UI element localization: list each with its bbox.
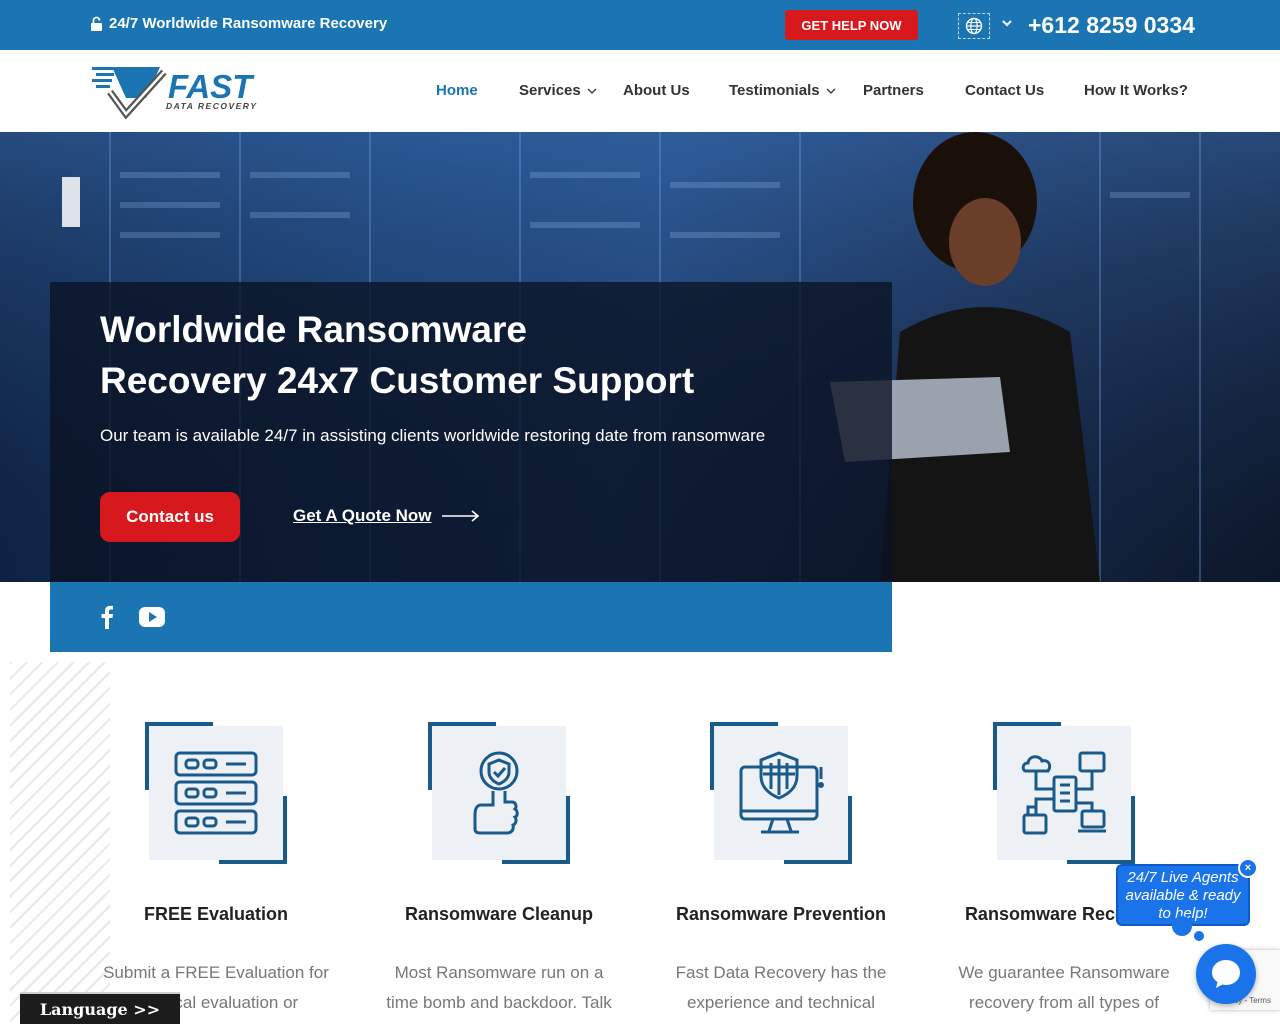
nav-testimonials[interactable]: Testimonials [729, 82, 836, 99]
feature-icon-box [993, 722, 1135, 864]
feature-description: Fast Data Recovery has the experience an… [651, 958, 911, 1018]
feature-icon-box [710, 722, 852, 864]
social-bar [50, 582, 892, 652]
hero-subtitle: Our team is available 24/7 in assisting … [100, 426, 766, 445]
get-quote-label: Get A Quote Now [293, 506, 432, 525]
feature-desc-line: time bomb and backdoor. Talk [386, 993, 612, 1012]
nav-partners[interactable]: Partners [863, 82, 924, 99]
contact-us-button[interactable]: Contact us [100, 492, 240, 542]
nav-contact-us[interactable]: Contact Us [965, 82, 1044, 99]
bubble-tail-dot [1172, 916, 1192, 936]
nav-services[interactable]: Services [519, 82, 597, 99]
feature-description: We guarantee Ransomware recovery from al… [934, 958, 1194, 1018]
lock-icon [91, 16, 102, 31]
nav-about-us[interactable]: About Us [623, 82, 690, 99]
feature-icon-box [428, 722, 570, 864]
youtube-icon[interactable] [139, 607, 165, 627]
nav-testimonials-label: Testimonials [729, 82, 820, 99]
language-bar[interactable]: Language >> [20, 992, 180, 1024]
monitor-shield-icon [739, 751, 824, 834]
topbar-message: 24/7 Worldwide Ransomware Recovery [90, 15, 387, 32]
chat-bubble-icon [1212, 960, 1240, 988]
close-icon[interactable]: × [1238, 858, 1258, 878]
topbar-message-text: 24/7 Worldwide Ransomware Recovery [109, 15, 388, 32]
hand-shield-check-icon [473, 751, 519, 835]
fast-data-recovery-logo[interactable]: FAST DATA RECOVERY [90, 62, 290, 120]
get-quote-link[interactable]: Get A Quote Now [293, 506, 480, 526]
feature-desc-line: Fast Data Recovery has the [675, 963, 887, 982]
chevron-down-icon [587, 88, 597, 94]
facebook-icon[interactable] [100, 605, 114, 629]
feature-desc-line: We guarantee Ransomware [958, 963, 1170, 982]
main-navbar: FAST DATA RECOVERY Home Services About U… [0, 50, 1280, 132]
top-bar: 24/7 Worldwide Ransomware Recovery GET H… [0, 0, 1280, 50]
get-help-now-button[interactable]: GET HELP NOW [785, 10, 918, 40]
feature-description: Most Ransomware run on a time bomb and b… [369, 958, 629, 1018]
nav-contact-us-label: Contact Us [965, 82, 1045, 99]
nav-about-us-label: About Us [623, 82, 690, 99]
arrow-right-icon [441, 510, 479, 522]
hero-banner: Worldwide Ransomware Recovery 24x7 Custo… [0, 132, 1280, 582]
hero-title-line2: Recovery 24x7 Customer Support [100, 360, 695, 401]
logo-tagline: DATA RECOVERY [166, 101, 257, 111]
feature-desc-line: Submit a FREE Evaluation for [103, 963, 329, 982]
feature-desc-line: experience and technical [686, 993, 876, 1012]
feature-title: Ransomware Cleanup [404, 904, 594, 924]
chat-launcher-button[interactable] [1196, 944, 1256, 1004]
feature-title: FREE Evaluation [143, 904, 289, 924]
language-selector[interactable] [958, 13, 990, 39]
feature-desc-line: Most Ransomware run on a [394, 963, 604, 982]
feature-card-ransomware-cleanup: Ransomware Cleanup Most Ransomware run o… [369, 722, 629, 1024]
feature-card-ransomware-prevention: Ransomware Prevention Fast Data Recovery… [651, 722, 911, 1024]
nav-how-it-works-label: How It Works? [1084, 82, 1188, 99]
feature-icon-box [145, 722, 287, 864]
nav-home[interactable]: Home [436, 82, 478, 99]
chevron-down-icon[interactable] [1000, 16, 1014, 30]
nav-services-label: Services [519, 82, 581, 99]
feature-title: Ransomware Prevention [675, 904, 887, 924]
hero-title-line1: Worldwide Ransomware [100, 309, 527, 350]
chevron-down-icon [826, 88, 836, 94]
nav-how-it-works[interactable]: How It Works? [1084, 82, 1188, 99]
hero-title: Worldwide Ransomware Recovery 24x7 Custo… [100, 304, 820, 406]
bubble-tail-dot [1194, 931, 1204, 941]
feature-desc-line: recovery from all types of [969, 993, 1159, 1012]
network-devices-icon [1021, 751, 1106, 835]
phone-number[interactable]: +612 8259 0334 [1028, 12, 1195, 39]
globe-icon [965, 17, 983, 35]
logo-wordmark: FAST [168, 68, 255, 105]
nav-partners-label: Partners [863, 82, 924, 99]
feature-card-free-evaluation: FREE Evaluation Submit a FREE Evaluation… [86, 722, 346, 1024]
nav-home-label: Home [436, 82, 478, 99]
server-stack-icon [174, 751, 258, 835]
